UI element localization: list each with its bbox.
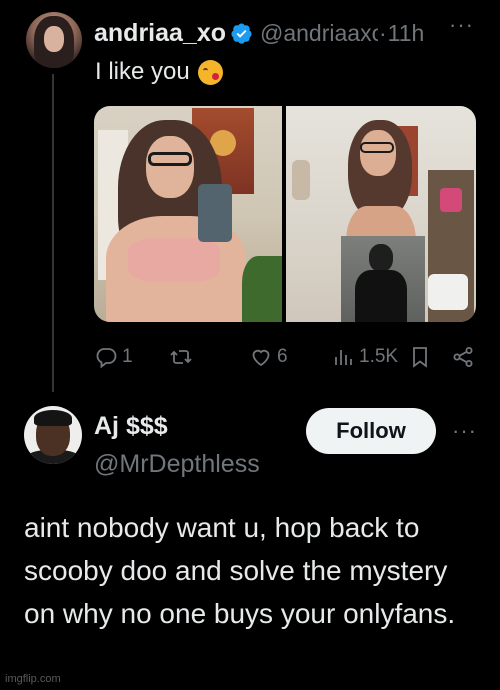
tweet1-text: I like you — [95, 58, 223, 86]
views-icon — [335, 350, 352, 365]
follow-button[interactable]: Follow — [306, 408, 436, 454]
tweet1-text-content: I like you — [95, 58, 190, 85]
verified-badge-icon — [231, 22, 252, 44]
thread-line — [52, 74, 54, 392]
tweet2-text: aint nobody want u, hop back to scooby d… — [24, 512, 456, 629]
reply-button[interactable]: 1 — [94, 344, 133, 370]
tweet1-handle[interactable]: @andriaaxo — [260, 20, 378, 47]
bookmark-icon — [413, 347, 427, 368]
tweet1-action-bar: 1 6 1.5K — [94, 344, 484, 370]
tweet1-photo-1[interactable] — [94, 106, 282, 322]
views-button[interactable]: 1.5K — [331, 344, 398, 370]
tweet2-avatar[interactable] — [24, 406, 82, 464]
retweet-icon — [170, 350, 192, 364]
tweet1-separator: · — [379, 19, 387, 46]
share-icon — [453, 347, 473, 367]
tweet1-header: andriaa_xo @andriaaxo · 11h — [94, 16, 424, 50]
watermark: imgflip.com — [5, 673, 61, 685]
tweet1-timestamp[interactable]: 11h — [388, 20, 425, 47]
tweet2-more-options-icon[interactable]: ··· — [452, 418, 477, 444]
like-count: 6 — [277, 346, 288, 367]
bookmark-button[interactable] — [408, 344, 432, 370]
kissing-face-emoji-icon — [197, 59, 223, 85]
share-button[interactable] — [451, 344, 475, 370]
like-button[interactable]: 6 — [249, 344, 288, 370]
tweet1-media-grid[interactable] — [94, 106, 476, 322]
tweet2-display-name[interactable]: Aj $$$ — [94, 412, 168, 441]
tweet1-photo-inset[interactable] — [341, 236, 425, 322]
like-icon — [252, 349, 270, 367]
retweet-button[interactable] — [169, 344, 197, 370]
tweet2-handle[interactable]: @MrDepthless — [94, 450, 260, 479]
views-count: 1.5K — [359, 346, 399, 367]
reply-icon — [96, 348, 117, 369]
reply-count: 1 — [122, 346, 133, 367]
tweet1-display-name[interactable]: andriaa_xo — [94, 19, 232, 48]
tweet1-avatar[interactable] — [26, 12, 82, 68]
tweet1-more-options-icon[interactable]: ··· — [449, 12, 474, 38]
